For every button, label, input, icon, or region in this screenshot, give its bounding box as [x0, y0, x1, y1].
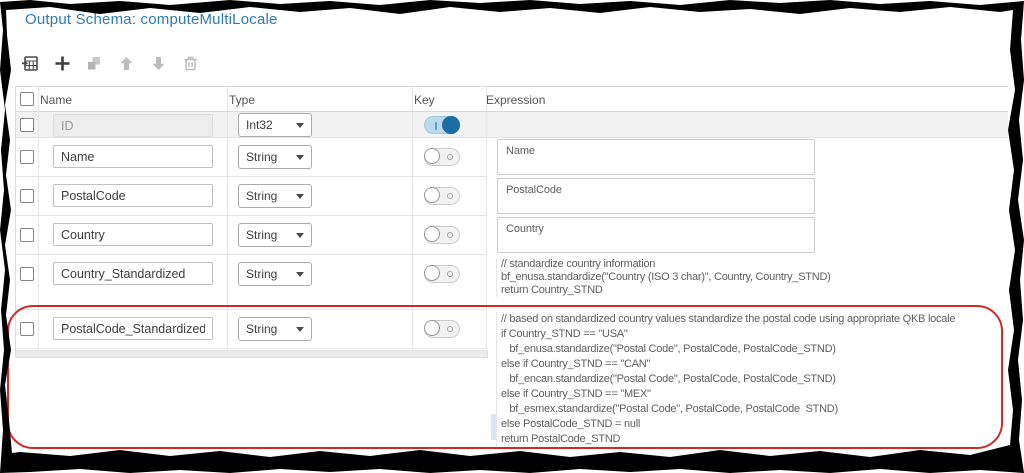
column-name-input[interactable]	[53, 223, 213, 246]
table-row: String // based on standardized country …	[15, 310, 1008, 349]
toggle-knob	[442, 116, 460, 134]
toggle-knob	[424, 320, 440, 336]
type-dropdown[interactable]: String	[238, 223, 312, 247]
type-dropdown[interactable]: Int32	[238, 113, 312, 137]
row-checkbox[interactable]	[20, 322, 34, 336]
type-dropdown-value: String	[246, 322, 277, 336]
table-row: Int32	[15, 112, 1008, 138]
add-column-button[interactable]	[50, 54, 74, 76]
expression-input[interactable]: Country	[497, 217, 815, 253]
toolbar	[18, 54, 202, 76]
duplicate-column-button[interactable]	[82, 54, 106, 76]
column-name-input[interactable]	[53, 184, 213, 207]
type-dropdown-value: String	[246, 189, 277, 203]
expression-input[interactable]: Name	[497, 139, 815, 175]
key-toggle[interactable]	[424, 226, 460, 244]
plus-icon	[53, 54, 72, 76]
arrow-down-icon	[149, 54, 168, 76]
column-header-key: Key	[414, 93, 435, 107]
move-up-button[interactable]	[114, 54, 138, 76]
type-dropdown[interactable]: String	[238, 317, 312, 341]
column-header-type: Type	[229, 93, 255, 107]
import-columns-button[interactable]	[18, 54, 42, 76]
table-border	[15, 86, 16, 358]
delete-column-button[interactable]	[178, 54, 202, 76]
row-checkbox[interactable]	[20, 228, 34, 242]
horizontal-scrollbar[interactable]	[15, 350, 488, 358]
duplicate-icon	[85, 54, 104, 76]
trash-icon	[181, 54, 200, 76]
column-header-expression: Expression	[486, 93, 545, 107]
chevron-down-icon	[296, 155, 304, 160]
toggle-off-ring	[447, 154, 453, 160]
toggle-off-ring	[447, 193, 453, 199]
column-name-input[interactable]	[53, 145, 213, 168]
arrow-up-icon	[117, 54, 136, 76]
chevron-down-icon	[296, 327, 304, 332]
type-dropdown-value: String	[246, 267, 277, 281]
key-toggle[interactable]	[424, 116, 460, 134]
import-columns-icon	[21, 54, 40, 76]
toggle-knob	[424, 148, 440, 164]
chevron-down-icon	[296, 194, 304, 199]
expression-input[interactable]: PostalCode	[497, 178, 815, 214]
toggle-off-ring	[447, 232, 453, 238]
column-header-name: Name	[40, 93, 72, 107]
move-down-button[interactable]	[146, 54, 170, 76]
toggle-off-ring	[447, 271, 453, 277]
row-divider	[15, 348, 486, 349]
key-toggle[interactable]	[424, 320, 460, 338]
column-separator	[227, 86, 228, 350]
expression-scrollbar-thumb[interactable]	[491, 414, 496, 440]
toggle-knob	[424, 226, 440, 242]
row-checkbox[interactable]	[20, 189, 34, 203]
column-name-input[interactable]	[53, 262, 213, 285]
table-header-row: Name Type Key Expression	[15, 86, 1008, 112]
toggle-on-bar	[435, 122, 437, 130]
column-name-input[interactable]	[53, 317, 213, 340]
row-checkbox[interactable]	[20, 267, 34, 281]
type-dropdown-value: String	[246, 228, 277, 242]
row-checkbox[interactable]	[20, 118, 34, 132]
table-row: String Country	[15, 216, 1008, 255]
key-toggle[interactable]	[424, 265, 460, 283]
table-row: String // standardize country informatio…	[15, 255, 1008, 310]
screenshot-canvas: Output Schema: computeMultiLocale	[0, 0, 1024, 473]
column-separator	[486, 86, 487, 350]
table-row: String Name	[15, 138, 1008, 177]
key-toggle[interactable]	[424, 148, 460, 166]
chevron-down-icon	[296, 123, 304, 128]
expression-input[interactable]: // standardize country information bf_en…	[496, 258, 831, 297]
column-name-input[interactable]	[53, 114, 213, 137]
toggle-off-ring	[447, 326, 453, 332]
type-dropdown[interactable]: String	[238, 184, 312, 208]
page-title: Output Schema: computeMultiLocale	[25, 11, 278, 28]
column-separator	[412, 86, 413, 350]
toggle-knob	[424, 265, 440, 281]
chevron-down-icon	[296, 233, 304, 238]
type-dropdown[interactable]: String	[238, 145, 312, 169]
type-dropdown-value: Int32	[246, 118, 273, 132]
key-toggle[interactable]	[424, 187, 460, 205]
select-all-checkbox[interactable]	[20, 92, 34, 106]
row-checkbox[interactable]	[20, 150, 34, 164]
type-dropdown-value: String	[246, 150, 277, 164]
table-row: String PostalCode	[15, 177, 1008, 216]
chevron-down-icon	[296, 272, 304, 277]
toggle-knob	[424, 187, 440, 203]
type-dropdown[interactable]: String	[238, 262, 312, 286]
column-separator	[38, 86, 39, 350]
expression-input[interactable]: // based on standardized country values …	[496, 312, 955, 447]
